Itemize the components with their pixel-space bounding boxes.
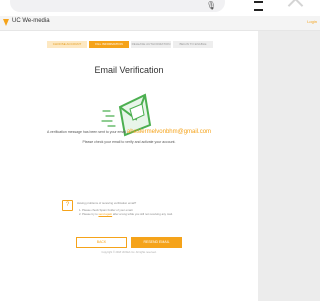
- step-fill-information: FILL INFORMATION: [89, 41, 129, 48]
- verification-message: A verification message has been sent to …: [0, 129, 258, 135]
- step-begin-to-enable: BEGIN TO ENABLE: [173, 41, 213, 48]
- main-content: CHOOSE ACCOUNT FILL INFORMATION RELEASE …: [0, 31, 258, 301]
- microphone-icon[interactable]: 🎙: [206, 1, 216, 10]
- resend-email-button[interactable]: RESEND EMAIL: [131, 237, 182, 248]
- help-step-2-suffix: after a long while you still not receivi…: [112, 212, 173, 216]
- side-panel: [258, 31, 320, 301]
- message-prefix: A verification message has been sent to …: [46, 130, 126, 134]
- send-again-link[interactable]: send again: [98, 212, 112, 216]
- forward-icon[interactable]: [287, 0, 304, 14]
- email-address: aheslermelvonbhm@gmail.com: [126, 129, 212, 135]
- back-button[interactable]: BACK: [76, 237, 127, 248]
- progress-steps: CHOOSE ACCOUNT FILL INFORMATION RELEASE …: [47, 41, 213, 48]
- address-bar[interactable]: [10, 0, 225, 12]
- brand-name: UC We-media: [12, 18, 50, 24]
- step-release-authorization: RELEASE AUTHORIZATION: [131, 41, 171, 48]
- login-link[interactable]: Login: [307, 19, 317, 24]
- question-icon: ?: [62, 200, 73, 211]
- menu-icon[interactable]: [254, 1, 263, 11]
- top-bar: UC We-media Login: [0, 16, 320, 31]
- help-title: Having problems of receiving verificatio…: [77, 201, 137, 205]
- browser-chrome: 🎙: [0, 0, 320, 16]
- help-box: ? Having problems of receiving verificat…: [62, 198, 212, 222]
- help-step-2: 2. Please try to send again after a long…: [79, 212, 173, 216]
- help-step-2-prefix: 2. Please try to: [79, 212, 98, 216]
- verification-instructions: Please check your email to verify and ac…: [82, 140, 176, 144]
- page-title: Email Verification: [94, 65, 164, 75]
- uc-logo-icon: [3, 19, 9, 26]
- copyright: Copyright © 2018 UCWeb Inc. All rights r…: [101, 251, 157, 254]
- step-choose-account: CHOOSE ACCOUNT: [47, 41, 87, 48]
